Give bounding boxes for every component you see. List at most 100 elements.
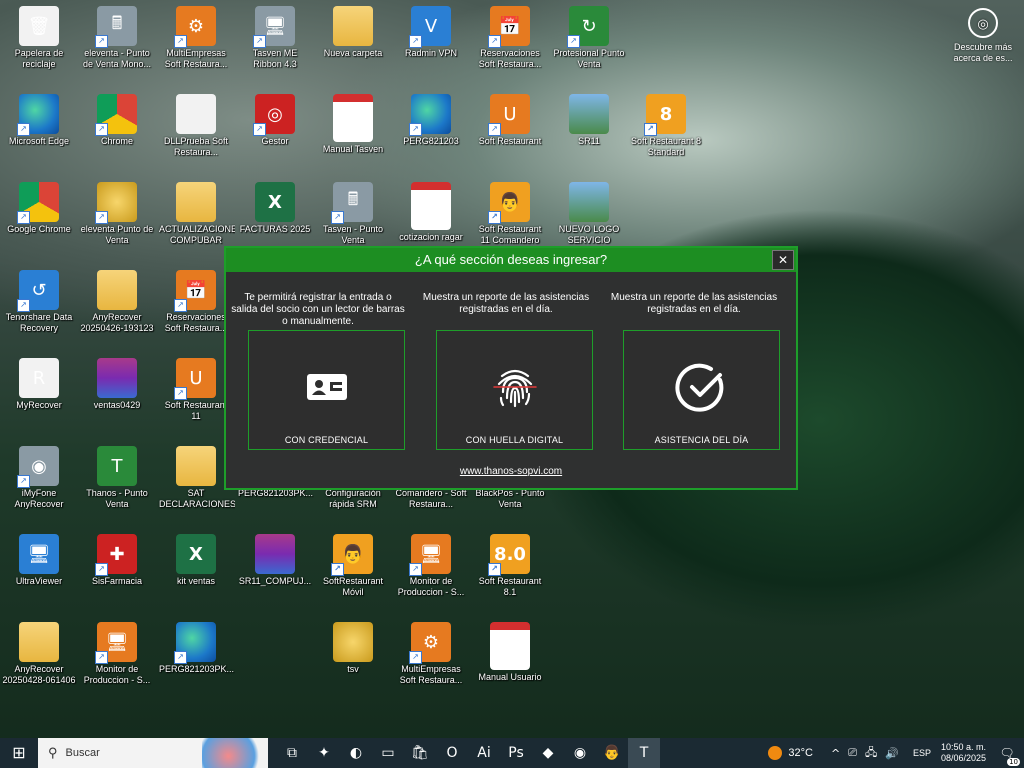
desktop-icon[interactable]: ↗ PERG821203 (392, 90, 470, 172)
desktop-icon-label: SAT DECLARACIONES (159, 488, 235, 509)
desktop-icon[interactable]: ↗ Microsoft Edge (0, 90, 78, 172)
desktop-icon[interactable]: ↗ eleventa Punto de Venta (78, 178, 156, 260)
shortcut-arrow-icon: ↗ (174, 35, 187, 48)
desktop-icon[interactable]: V ↗ Radmin VPN (392, 2, 470, 84)
tasven-taskbar-icon[interactable]: ◆ (532, 738, 564, 768)
edge-icon: ↗ (17, 94, 59, 136)
desktop-icon[interactable]: ◎ ↗ Gestor (236, 90, 314, 172)
edge-icon: ↗ (409, 94, 451, 136)
desktop-icon[interactable]: Xkit ventas (157, 530, 235, 612)
start-button[interactable]: ⊞ (0, 738, 38, 768)
shortcut-arrow-icon: ↗ (95, 123, 108, 136)
comandero-icon: 👨↗ (488, 182, 530, 224)
desktop-icon[interactable]: 🖩 ↗ eleventa - Punto de Venta Mono... (78, 2, 156, 84)
clock[interactable]: 10:50 a. m. 08/06/2025 (941, 742, 986, 764)
desktop-icon[interactable]: ↺ ↗ Tenorshare Data Recovery (0, 266, 78, 348)
outlook-icon[interactable]: O (436, 738, 468, 768)
shortcut-arrow-icon: ↗ (409, 563, 422, 576)
desktop-icon[interactable]: PDF Manual Tasven (314, 90, 392, 172)
icon-glyph: ◉ (31, 455, 47, 477)
icon-glyph: 🖥 (105, 631, 129, 653)
desktop-icon[interactable]: AnyRecover 20250428-061406 (0, 618, 78, 700)
desktop-icon[interactable]: 8 ↗ Soft Restaurant 8 Standard (627, 90, 705, 172)
language-indicator[interactable]: ESP (913, 748, 931, 758)
desktop-icon-label: NUEVO LOGO SERVICIO (558, 224, 620, 245)
desktop-icon[interactable]: 8.0 ↗ Soft Restaurant 8.1 (471, 530, 549, 612)
close-button[interactable]: ✕ (772, 250, 794, 270)
desktop-icon-label: Soft Restaurant 8 Standard (630, 136, 702, 157)
volume-icon[interactable]: 🔊 (885, 747, 899, 760)
image-icon (569, 94, 609, 134)
weather-widget[interactable]: 32°C (768, 746, 813, 760)
desktop-icon[interactable]: ✚ ↗ SisFarmacia (78, 530, 156, 612)
myrecover-icon: R (19, 358, 59, 398)
desktop-icon[interactable]: DLLPrueba Soft Restaura... (157, 90, 235, 172)
desktop-icon-label: Thanos - Punto Venta (86, 488, 148, 509)
tray-app-icon[interactable]: ⎚ (848, 746, 857, 760)
desktop-icon[interactable]: 👨 ↗ SoftRestaurant Móvil (314, 530, 392, 612)
desktop-icon[interactable]: AnyRecover 20250426-193123 (78, 266, 156, 348)
attendance-button[interactable]: ASISTENCIA DEL DÍA (623, 330, 780, 450)
fingerprint-button[interactable]: CON HUELLA DIGITAL (436, 330, 593, 450)
shortcut-arrow-icon: ↗ (17, 211, 30, 224)
desktop-icon[interactable]: 🖥 ↗ Monitor de Produccion - S... (392, 530, 470, 612)
desktop-icon[interactable]: ↗ Chrome (78, 90, 156, 172)
file-explorer-icon[interactable]: ▭ (372, 738, 404, 768)
desktop-icon[interactable]: 🗑 Papelera de reciclaje (0, 2, 78, 84)
desktop-icon[interactable]: ↻ ↗ Protesional Punto Venta (550, 2, 628, 84)
desktop-icon-label: Soft Restaurant 11 Comandero (478, 224, 542, 245)
desktop-icon[interactable]: 🖥 ↗ Monitor de Produccion - S... (78, 618, 156, 700)
thanos-taskbar-icon[interactable]: T (628, 738, 660, 768)
folder-icon (333, 6, 373, 46)
section-select-dialog: ¿A qué sección deseas ingresar? ✕ Te per… (224, 246, 798, 490)
desktop-icon[interactable]: PDF Manual Usuario (471, 618, 549, 700)
notifications-button[interactable]: 🗨 10 (996, 746, 1020, 766)
credential-button[interactable]: CON CREDENCIAL (248, 330, 405, 450)
fingerprint-label: CON HUELLA DIGITAL (465, 435, 564, 445)
comandero-taskbar-icon[interactable]: 👨 (596, 738, 628, 768)
shortcut-arrow-icon: ↗ (174, 299, 187, 312)
show-hidden-icons-chevron-icon[interactable]: ^ (831, 747, 840, 760)
website-link[interactable]: www.thanos-sopvi.com (226, 466, 796, 477)
desktop-icon[interactable]: ventas0429 (78, 354, 156, 436)
excel-icon: X (255, 182, 295, 222)
photoshop-icon[interactable]: Ps (500, 738, 532, 768)
desktop-icon[interactable]: ↗ PERG821203PK... (157, 618, 235, 700)
desktop-icon[interactable]: T Thanos - Punto Venta (78, 442, 156, 524)
desktop-icon[interactable]: 🖥 ↗ Tasven ME Ribbon 4.3 (236, 2, 314, 84)
desktop-icon[interactable]: ↗ Google Chrome (0, 178, 78, 260)
task-view-icon[interactable]: ⧉ (276, 738, 308, 768)
desktop-icon-label: Radmin VPN (404, 48, 458, 58)
discover-more-label: Descubre más acerca de es... (953, 42, 1013, 63)
illustrator-icon[interactable]: Ai (468, 738, 500, 768)
discover-more-widget[interactable]: ◎ Descubre más acerca de es... (948, 8, 1018, 64)
desktop-icon[interactable]: ◉ ↗ iMyFone AnyRecover (0, 442, 78, 524)
icon-glyph: ↻ (581, 15, 597, 37)
coins-icon: ↗ (95, 182, 137, 224)
desktop-icon[interactable]: SR11_COMPUJ... (236, 530, 314, 612)
search-box[interactable]: ⚲ Buscar (38, 738, 268, 768)
edge-taskbar-icon[interactable]: ◐ (340, 738, 372, 768)
desktop-icon[interactable]: ⚙ ↗ MultiEmpresas Soft Restaura... (392, 618, 470, 700)
desktop-icon[interactable]: ⚙ ↗ MultiEmpresas Soft Restaura... (157, 2, 235, 84)
desktop-icon[interactable]: R MyRecover (0, 354, 78, 436)
desktop-icon[interactable]: 📅 ↗ Reservaciones Soft Restaura... (471, 2, 549, 84)
chrome-icon: ↗ (17, 182, 59, 224)
shortcut-arrow-icon: ↗ (253, 35, 266, 48)
store-icon[interactable]: 🛍 (404, 738, 436, 768)
desktop-icon-label: eleventa Punto de Venta (80, 224, 154, 245)
attendance-description: Muestra un reporte de las asistencias re… (610, 292, 778, 315)
network-icon[interactable]: 🖧 (865, 744, 877, 763)
desktop-icon-label: DLLPrueba Soft Restaura... (163, 136, 229, 157)
search-placeholder: Buscar (65, 747, 100, 759)
icon-glyph: 🖥 (27, 543, 51, 565)
folder-icon (19, 622, 59, 662)
desktop-icon[interactable]: SR11 (550, 90, 628, 172)
copilot-icon[interactable]: ✦ (308, 738, 340, 768)
desktop-icon[interactable]: Nueva carpeta (314, 2, 392, 84)
desktop-icon[interactable]: tsv (314, 618, 392, 700)
desktop-icon[interactable]: U ↗ Soft Restaurant (471, 90, 549, 172)
desktop-icon[interactable]: 🖥 UltraViewer (0, 530, 78, 612)
chrome-taskbar-icon[interactable]: ◉ (564, 738, 596, 768)
dialog-titlebar: ¿A qué sección deseas ingresar? ✕ (226, 248, 796, 272)
